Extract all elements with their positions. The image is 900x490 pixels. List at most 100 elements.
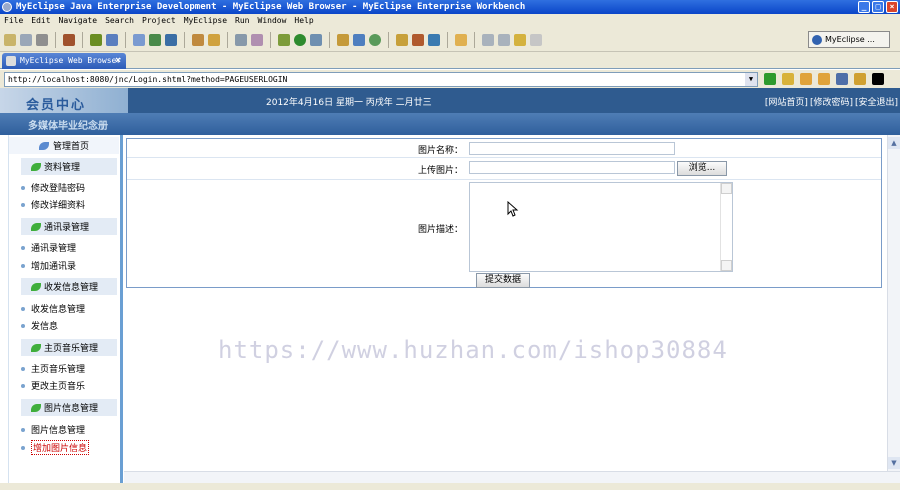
picture-name-input[interactable] [469,142,675,155]
scroll-down-arrow[interactable]: ▼ [888,457,900,469]
class-icon[interactable] [337,33,349,46]
header-links: [网站首页] [修改密码] [安全退出] [765,95,898,108]
myeclipse-icon [812,34,822,45]
page-horizontal-scrollbar[interactable] [124,471,900,483]
leaf-icon [31,403,41,412]
sidebar-item-label: 收发信息管理 [31,305,86,315]
sidebar-item-change-login-password[interactable]: 修改登陆密码 [21,181,85,194]
maximize-button[interactable]: □ [872,1,884,13]
sidebar-item-music[interactable]: 主页音乐管理 [21,362,85,375]
scroll-up-arrow[interactable] [721,183,732,194]
mail-icon[interactable] [455,33,467,46]
new-icon[interactable] [4,33,16,46]
forward-icon[interactable] [818,73,830,85]
back-icon[interactable] [800,73,812,85]
link-icon[interactable] [428,33,440,46]
bullet-icon [21,245,25,250]
sidebar-item-contacts[interactable]: 通讯录管理 [21,241,76,254]
refresh-icon[interactable] [854,73,866,85]
address-row: http://localhost:8080/jnc/Login.shtml?me… [0,70,900,88]
print-icon[interactable] [36,33,48,46]
server-icon[interactable] [133,33,145,46]
submit-button[interactable]: 提交数据 [476,273,530,288]
chevron-down-icon[interactable]: ▼ [745,72,757,86]
picture-desc-textarea[interactable] [469,182,733,272]
sidebar-item-messages[interactable]: 收发信息管理 [21,302,85,315]
sidebar-group-profile[interactable]: 资料管理 [21,158,117,175]
bookmark-icon[interactable] [782,73,794,85]
task-icon[interactable] [396,33,408,46]
menu-myeclipse[interactable]: MyEclipse [184,14,227,28]
annotation-icon[interactable] [482,33,494,46]
main-toolbar: MyEclipse ... [0,28,900,52]
sidebar-group-pictures[interactable]: 图片信息管理 [21,399,117,416]
scroll-up-arrow[interactable]: ▲ [888,137,900,149]
table-icon[interactable] [353,33,365,46]
sidebar-group-messages[interactable]: 收发信息管理 [21,278,117,295]
textarea-scrollbar[interactable] [720,183,732,271]
next-annotation-icon[interactable] [498,33,510,46]
browser-icon[interactable] [149,33,161,46]
perspective-switcher[interactable]: MyEclipse ... [808,31,890,48]
sidebar-group-contacts[interactable]: 通讯录管理 [21,218,117,235]
deploy-icon[interactable] [106,33,118,46]
menu-help[interactable]: Help [294,14,313,28]
link-change-password[interactable]: [修改密码] [810,95,853,108]
search-icon[interactable] [310,33,322,46]
folder-icon[interactable] [192,33,204,46]
globe-icon[interactable] [165,33,177,46]
stop-icon[interactable] [836,73,848,85]
menu-search[interactable]: Search [105,14,134,28]
minimize-button[interactable]: _ [858,1,870,13]
sidebar-item-change-music[interactable]: 更改主页音乐 [21,379,85,392]
package-icon[interactable] [63,33,75,46]
save-icon[interactable] [20,33,32,46]
menu-window[interactable]: Window [258,14,287,28]
view-toggle-icon[interactable] [872,73,884,85]
window-icon[interactable] [235,33,247,46]
form-row-upload: 上传图片： 浏览... [127,158,881,180]
sidebar-item-label: 图片信息管理 [31,426,86,436]
view-icon[interactable] [251,33,263,46]
close-icon[interactable]: × [115,53,121,69]
back-icon[interactable] [514,33,526,46]
bullet-icon [21,202,25,207]
go-icon[interactable] [764,73,776,85]
page-vertical-scrollbar[interactable]: ▲ ▼ [887,135,900,471]
forward-icon[interactable] [530,33,542,46]
toolbar-divider [184,31,185,48]
sidebar-item-pictures[interactable]: 图片信息管理 [21,423,85,436]
menu-run[interactable]: Run [235,14,249,28]
edit-icon[interactable] [412,33,424,46]
upload-file-input[interactable] [469,161,675,174]
menu-edit[interactable]: Edit [31,14,50,28]
sidebar-home[interactable]: 管理首页 [9,137,119,154]
gear-icon[interactable] [90,33,102,46]
sidebar-item-add-contact[interactable]: 增加通讯录 [21,259,76,272]
toolbar-divider [82,31,83,48]
header-date: 2012年4月16日 星期一 丙戌年 二月廿三 [266,98,432,108]
tab-web-browser[interactable]: MyEclipse Web Browser × [2,53,126,69]
close-window-button[interactable]: × [886,1,898,13]
form-row-name: 图片名称： [127,139,881,158]
run-icon[interactable] [294,33,306,46]
sidebar-item-label: 更改主页音乐 [31,382,86,392]
toolbar-divider [270,31,271,48]
url-input[interactable]: http://localhost:8080/jnc/Login.shtml?me… [4,71,758,87]
menu-project[interactable]: Project [142,14,176,28]
sidebar-group-music[interactable]: 主页音乐管理 [21,339,117,356]
sidebar-item-label: 通讯录管理 [31,244,77,254]
sidebar-item-edit-profile[interactable]: 修改详细资料 [21,198,85,211]
link-logout[interactable]: [安全退出] [855,95,898,108]
menu-file[interactable]: File [4,14,23,28]
debug-icon[interactable] [278,33,290,46]
scroll-down-arrow[interactable] [721,260,732,271]
browse-button[interactable]: 浏览... [677,161,727,176]
link-site-home[interactable]: [网站首页] [765,95,808,108]
sidebar-item-send-message[interactable]: 发信息 [21,319,58,332]
open-icon[interactable] [208,33,220,46]
sidebar-item-add-picture[interactable]: 增加图片信息 [21,440,90,455]
refresh-icon[interactable] [369,33,381,46]
menu-navigate[interactable]: Navigate [59,14,98,28]
window-controls: _ □ × [858,1,898,13]
